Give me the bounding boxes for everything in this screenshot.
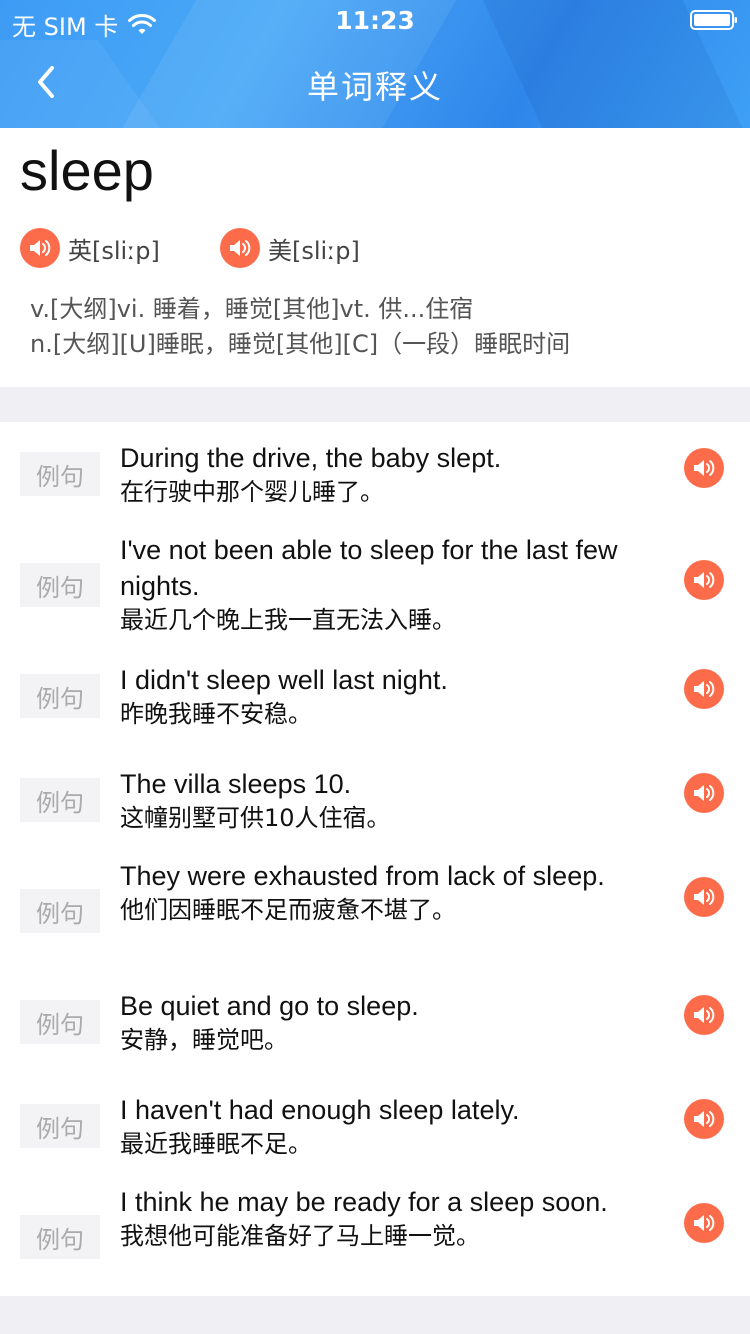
status-time: 11:23 bbox=[335, 6, 415, 35]
example-tag: 例句 bbox=[20, 889, 100, 933]
speaker-icon[interactable] bbox=[684, 1203, 724, 1243]
example-tag: 例句 bbox=[20, 563, 100, 607]
definitions: v.[大纲]vi. 睡着，睡觉[其他]vt. 供...住宿 n.[大纲][U]睡… bbox=[30, 292, 570, 362]
example-chinese: 昨晚我睡不安稳。 bbox=[120, 700, 312, 728]
speaker-icon[interactable] bbox=[684, 669, 724, 709]
speaker-icon[interactable] bbox=[684, 773, 724, 813]
speaker-icon[interactable] bbox=[684, 448, 724, 488]
speaker-icon[interactable] bbox=[684, 1099, 724, 1139]
example-text: During the drive, the baby slept. 在行驶中那个… bbox=[120, 440, 660, 508]
app-screen: 无 SIM 卡 11:23 单词释义 sleep 英[sliːp] 美[sliː… bbox=[0, 0, 750, 1334]
example-english: They were exhausted from lack of sleep. bbox=[120, 861, 605, 891]
example-tag: 例句 bbox=[20, 674, 100, 718]
speaker-icon[interactable] bbox=[684, 560, 724, 600]
example-english: I've not been able to sleep for the last… bbox=[120, 535, 618, 601]
example-tag: 例句 bbox=[20, 1104, 100, 1148]
example-english: The villa sleeps 10. bbox=[120, 769, 352, 799]
examples-list: 例句 During the drive, the baby slept. 在行驶… bbox=[0, 422, 750, 1296]
pronunciation-uk[interactable]: 英[sliːp] bbox=[20, 228, 160, 268]
example-english: I think he may be ready for a sleep soon… bbox=[120, 1187, 608, 1217]
nav-bar: 单词释义 bbox=[0, 40, 750, 128]
pronunciation-us[interactable]: 美[sliːp] bbox=[220, 228, 360, 268]
example-english: During the drive, the baby slept. bbox=[120, 443, 502, 473]
example-chinese: 这幢别墅可供10人住宿。 bbox=[120, 804, 391, 832]
example-english: I haven't had enough sleep lately. bbox=[120, 1095, 520, 1125]
headword: sleep bbox=[20, 139, 154, 202]
example-text: I didn't sleep well last night. 昨晚我睡不安稳。 bbox=[120, 662, 660, 730]
example-chinese: 在行驶中那个婴儿睡了。 bbox=[120, 478, 384, 506]
speaker-icon[interactable] bbox=[684, 877, 724, 917]
example-chinese: 他们因睡眠不足而疲惫不堪了。 bbox=[120, 896, 456, 924]
definition-noun: n.[大纲][U]睡眠，睡觉[其他][C]（一段）睡眠时间 bbox=[30, 330, 571, 358]
example-text: I haven't had enough sleep lately. 最近我睡眠… bbox=[120, 1092, 660, 1160]
example-text: I've not been able to sleep for the last… bbox=[120, 532, 660, 636]
example-tag: 例句 bbox=[20, 778, 100, 822]
pronunciation-us-label: 美[sliːp] bbox=[268, 236, 360, 265]
speaker-icon[interactable] bbox=[684, 995, 724, 1035]
definition-verb: v.[大纲]vi. 睡着，睡觉[其他]vt. 供...住宿 bbox=[30, 295, 474, 323]
header-bar: 无 SIM 卡 11:23 单词释义 bbox=[0, 0, 750, 128]
example-tag: 例句 bbox=[20, 1215, 100, 1259]
example-chinese: 安静，睡觉吧。 bbox=[120, 1026, 288, 1054]
status-bar: 无 SIM 卡 11:23 bbox=[0, 0, 750, 41]
example-text: They were exhausted from lack of sleep. … bbox=[120, 858, 660, 926]
example-tag: 例句 bbox=[20, 452, 100, 496]
speaker-icon[interactable] bbox=[20, 228, 60, 268]
example-text: Be quiet and go to sleep. 安静，睡觉吧。 bbox=[120, 988, 660, 1056]
word-card: sleep 英[sliːp] 美[sliːp] v.[大纲]vi. 睡着，睡觉[… bbox=[0, 128, 750, 387]
example-chinese: 最近几个晚上我一直无法入睡。 bbox=[120, 606, 456, 634]
speaker-icon[interactable] bbox=[220, 228, 260, 268]
example-text: The villa sleeps 10. 这幢别墅可供10人住宿。 bbox=[120, 766, 660, 834]
page-title: 单词释义 bbox=[306, 68, 443, 106]
example-text: I think he may be ready for a sleep soon… bbox=[120, 1184, 660, 1252]
pronunciation-uk-label: 英[sliːp] bbox=[68, 236, 160, 265]
example-chinese: 我想他可能准备好了马上睡一觉。 bbox=[120, 1222, 480, 1250]
example-english: I didn't sleep well last night. bbox=[120, 665, 448, 695]
example-chinese: 最近我睡眠不足。 bbox=[120, 1130, 312, 1158]
example-tag: 例句 bbox=[20, 1000, 100, 1044]
example-english: Be quiet and go to sleep. bbox=[120, 991, 419, 1021]
battery-icon bbox=[690, 10, 737, 30]
